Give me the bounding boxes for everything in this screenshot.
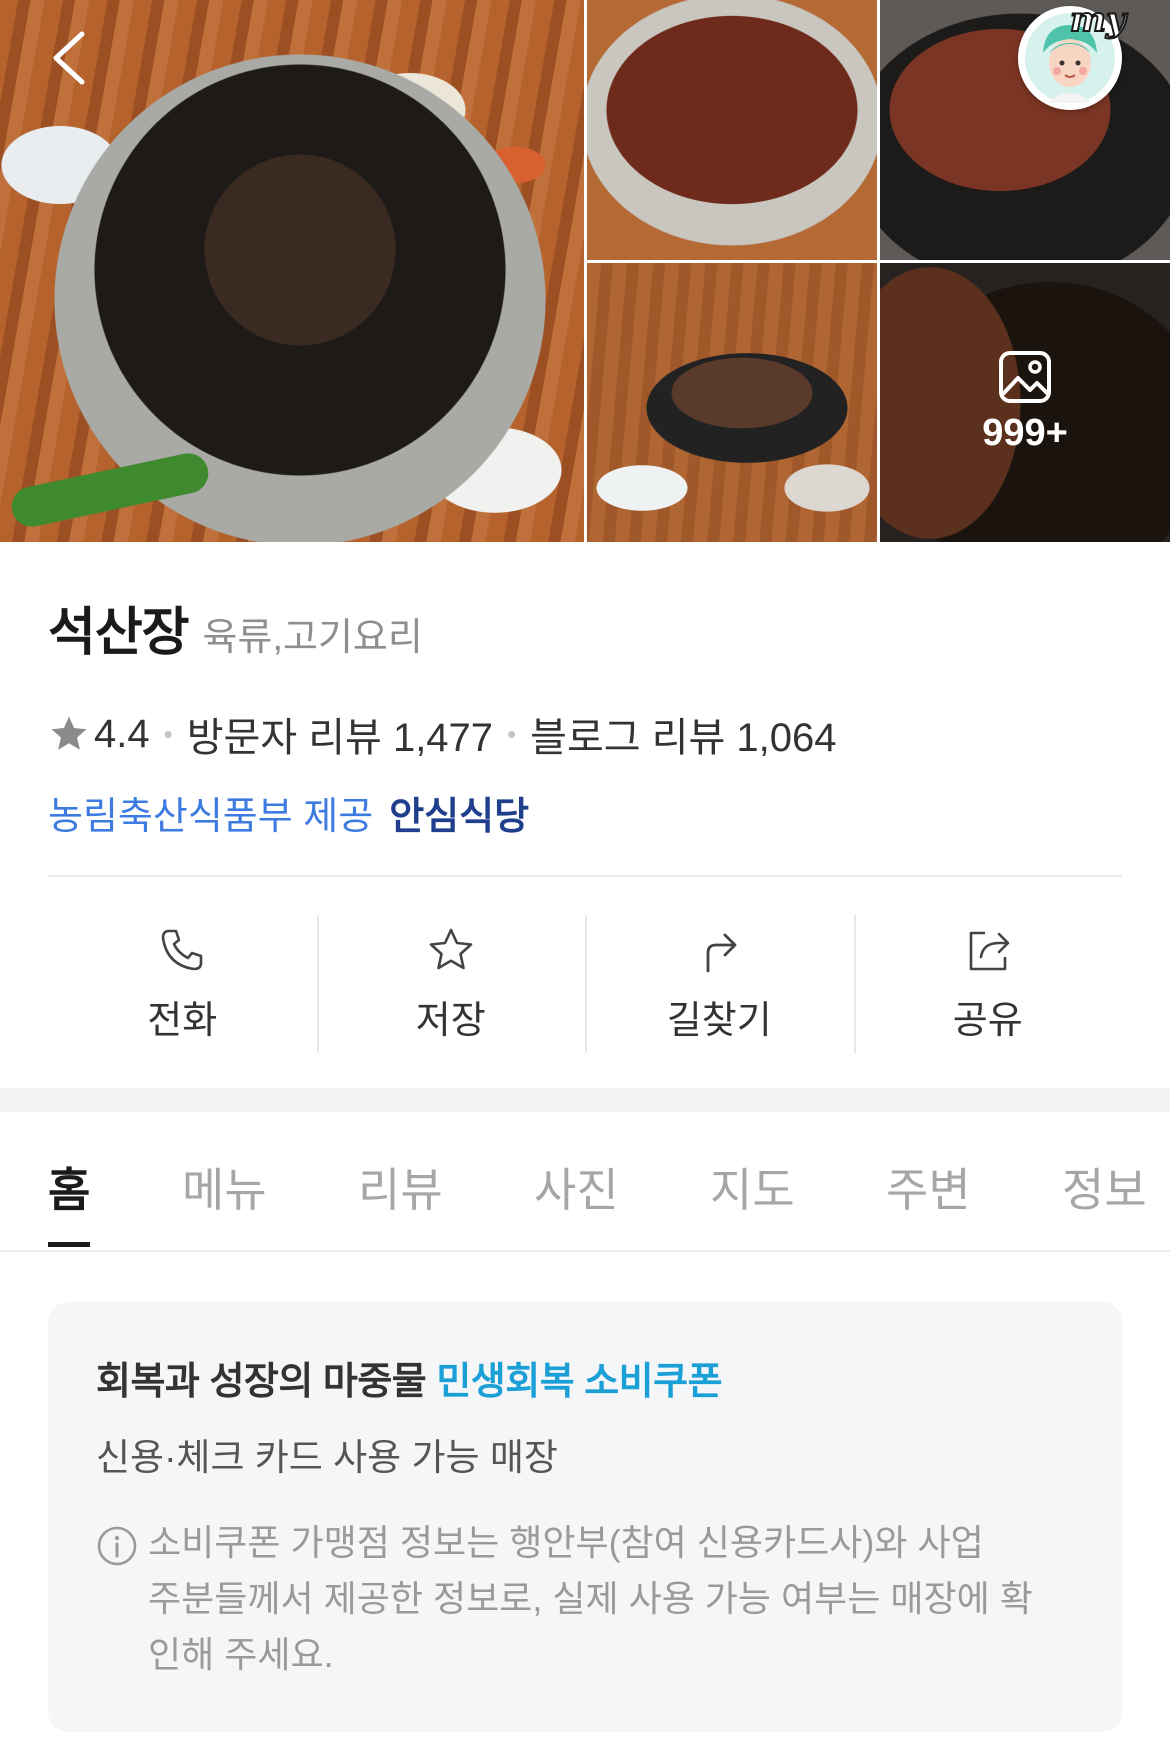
section-gap [0, 1088, 1170, 1112]
tab-info[interactable]: 정보 [1062, 1154, 1147, 1220]
tab-map[interactable]: 지도 [710, 1154, 795, 1220]
safe-restaurant-badge: 안심식당 [389, 796, 530, 838]
action-label: 길찾기 [666, 999, 772, 1042]
coupon-title-highlight: 민생회복 소비쿠폰 [436, 1361, 723, 1403]
rating-value: 4.4 [94, 711, 150, 756]
action-label: 전화 [147, 999, 218, 1042]
tab-reviews[interactable]: 리뷰 [358, 1154, 443, 1220]
share-icon [969, 931, 1010, 970]
coupon-title: 회복과 성장의 마중물 민생회복 소비쿠폰 [96, 1350, 1074, 1405]
phone-icon [161, 929, 203, 970]
action-label: 저장 [415, 999, 486, 1042]
tab-menu[interactable]: 메뉴 [182, 1154, 267, 1220]
coupon-subtitle: 신용·체크 카드 사용 가능 매장 [96, 1437, 558, 1478]
share-button[interactable]: 공유 [853, 915, 1123, 1053]
note-line: 소비쿠폰 가맹점 정보는 행안부(참여 신용카드사)와 사업 [148, 1522, 984, 1563]
tab-nearby[interactable]: 주변 [886, 1154, 971, 1220]
place-name: 석산장 [48, 604, 190, 662]
note-line: 인해 주세요. [148, 1633, 334, 1675]
directions-icon [706, 933, 737, 972]
rating-star-icon [51, 716, 87, 750]
coupon-note: 소비쿠폰 가맹점 정보는 행안부(참여 신용카드사)와 사업 주분들께서 제공한… [96, 1515, 1074, 1682]
tab-photos[interactable]: 사진 [534, 1154, 619, 1220]
back-icon[interactable] [40, 28, 100, 88]
more-photos-overlay[interactable]: 999+ [880, 263, 1170, 542]
call-button[interactable]: 전화 [48, 915, 317, 1053]
divider [48, 875, 1122, 877]
review-stats: 4.4 • 방문자 리뷰 1,477 • 블로그 리뷰 1,064 [48, 705, 1128, 763]
separator-dot: • [163, 718, 173, 749]
certification-row[interactable]: 농림축산식품부 제공 안심식당 [48, 785, 1128, 840]
note-line: 주분들께서 제공한 정보로, 실제 사용 가능 여부는 매장에 확 [148, 1577, 1033, 1619]
place-info: 석산장 육류,고기요리 4.4 • 방문자 리뷰 1,477 • 블로그 리뷰 … [48, 590, 1128, 840]
save-button[interactable]: 저장 [316, 915, 586, 1053]
info-icon [97, 1526, 137, 1566]
blog-reviews-link[interactable]: 블로그 리뷰 1,064 [530, 705, 836, 763]
photo-thumbnail[interactable] [587, 0, 877, 260]
place-detail-page: my 999+ 석산장 육류,고기요리 4.4 • 방문자 리뷰 1,477 •… [0, 0, 1170, 1740]
visitor-reviews-link[interactable]: 방문자 리뷰 1,477 [187, 705, 493, 763]
action-bar: 전화 저장 길찾기 공유 [48, 915, 1122, 1053]
star-icon [429, 928, 473, 969]
separator-dot: • [507, 718, 517, 749]
action-label: 공유 [952, 999, 1023, 1042]
photo-thumbnail[interactable] [587, 263, 877, 542]
avatar-badge: my [1069, 0, 1127, 41]
image-icon [999, 351, 1051, 403]
coupon-title-prefix: 회복과 성장의 마중물 [96, 1361, 427, 1403]
tab-home[interactable]: 홈 [48, 1154, 90, 1220]
tab-bar: 홈 메뉴 리뷰 사진 지도 주변 정보 [0, 1112, 1170, 1252]
photo-count: 999+ [982, 412, 1068, 454]
active-tab-indicator [48, 1242, 90, 1247]
coupon-card: 회복과 성장의 마중물 민생회복 소비쿠폰 신용·체크 카드 사용 가능 매장 … [48, 1302, 1122, 1732]
provider-label: 농림축산식품부 제공 [48, 796, 374, 838]
place-category: 육류,고기요리 [202, 617, 423, 659]
coupon-note-text: 소비쿠폰 가맹점 정보는 행안부(참여 신용카드사)와 사업 주분들께서 제공한… [148, 1515, 1033, 1682]
directions-button[interactable]: 길찾기 [585, 915, 854, 1053]
